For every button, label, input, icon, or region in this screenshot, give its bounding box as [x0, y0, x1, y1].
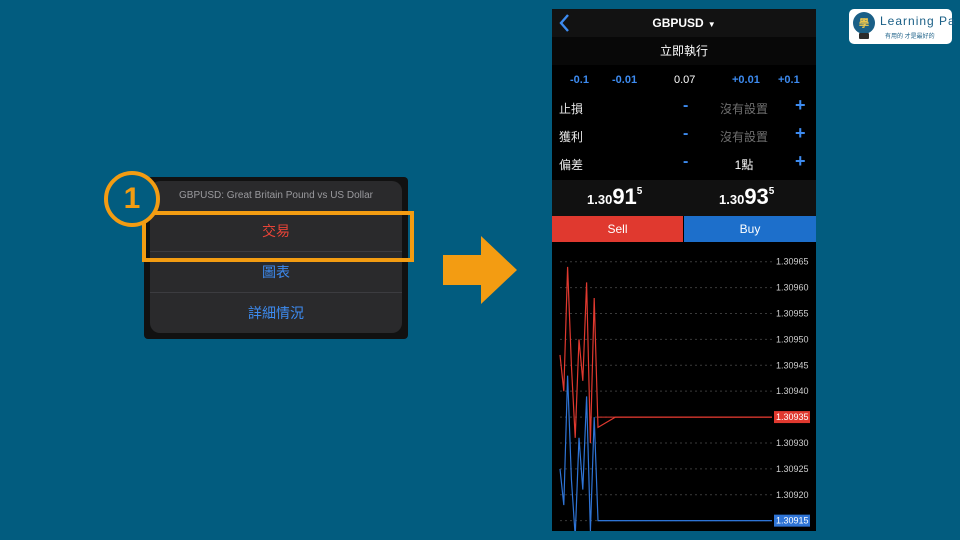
ask-price-label: 1.30935	[776, 412, 809, 422]
buy-button[interactable]: Buy	[684, 216, 816, 242]
stop-loss-value[interactable]: 沒有設置	[704, 100, 784, 117]
buy-price: 1.30935	[719, 184, 774, 210]
price-row: 1.30915 1.30935	[552, 180, 816, 216]
logo-subtitle: 有用的 才是最好的	[885, 34, 935, 40]
trade-highlight-box	[142, 211, 414, 262]
take-profit-value[interactable]: 沒有設置	[704, 128, 784, 145]
take-profit-minus-button[interactable]: -	[683, 125, 688, 143]
y-tick-label: 1.30960	[776, 283, 809, 293]
step-number-badge: 1	[104, 171, 160, 227]
sell-price-prefix: 1.30	[587, 192, 613, 207]
deviation-row: 偏差 - 1點 +	[552, 149, 816, 177]
tick-chart: 1.30965 1.30960 1.30955 1.30950 1.30945 1.309…	[559, 257, 810, 531]
y-tick-label: 1.30955	[776, 309, 809, 319]
symbol-title: GBPUSD	[652, 16, 704, 30]
volume-row: -0.1 -0.01 0.07 +0.01 +0.1	[552, 65, 816, 93]
buy-price-prefix: 1.30	[719, 192, 745, 207]
menu-item-details[interactable]: 詳細情況	[150, 292, 402, 333]
volume-plus-small-button[interactable]: +0.01	[732, 74, 760, 86]
order-buttons: Sell Buy	[552, 216, 816, 242]
stop-loss-minus-button[interactable]: -	[683, 97, 688, 115]
buy-price-pips: 93	[744, 184, 769, 209]
learning-pa-logo: 學 Learning Pa 有用的 才是最好的	[849, 9, 955, 44]
svg-text:學: 學	[859, 17, 869, 30]
volume-plus-large-button[interactable]: +0.1	[778, 74, 800, 86]
sell-price: 1.30915	[587, 184, 642, 210]
stop-loss-label: 止損	[559, 102, 584, 116]
volume-value[interactable]: 0.07	[674, 74, 695, 86]
dropdown-caret-icon: ▼	[707, 20, 716, 29]
deviation-label: 偏差	[559, 158, 584, 172]
sell-price-pips: 91	[612, 184, 637, 209]
trade-screen: GBPUSD ▼ 立即執行 -0.1 -0.01 0.07 +0.01 +0.1 …	[552, 9, 816, 531]
take-profit-label: 獲利	[559, 130, 584, 144]
y-tick-label: 1.30930	[776, 438, 809, 448]
nav-bar: GBPUSD ▼	[552, 9, 816, 37]
volume-minus-small-button[interactable]: -0.01	[612, 74, 637, 86]
execution-mode[interactable]: 立即執行	[552, 37, 816, 65]
take-profit-plus-button[interactable]: +	[795, 123, 806, 144]
y-tick-label: 1.30920	[776, 490, 809, 500]
deviation-value[interactable]: 1點	[704, 156, 784, 173]
stop-loss-row: 止損 - 沒有設置 +	[552, 93, 816, 121]
y-tick-label: 1.30940	[776, 386, 809, 396]
y-tick-label: 1.30945	[776, 360, 809, 370]
sell-button[interactable]: Sell	[552, 216, 683, 242]
take-profit-row: 獲利 - 沒有設置 +	[552, 121, 816, 149]
y-tick-label: 1.30925	[776, 464, 809, 474]
stop-loss-plus-button[interactable]: +	[795, 95, 806, 116]
deviation-plus-button[interactable]: +	[795, 151, 806, 172]
sell-price-fraction: 5	[636, 186, 643, 197]
buy-price-fraction: 5	[768, 186, 775, 197]
lightbulb-icon: 學	[853, 12, 875, 39]
deviation-minus-button[interactable]: -	[683, 153, 688, 171]
y-tick-label: 1.30965	[776, 257, 809, 267]
volume-minus-large-button[interactable]: -0.1	[570, 74, 589, 86]
bid-price-label: 1.30915	[776, 516, 809, 526]
symbol-selector[interactable]: GBPUSD ▼	[552, 16, 816, 30]
y-tick-label: 1.30950	[776, 334, 809, 344]
arrow-right-icon	[443, 236, 517, 304]
menu-header: GBPUSD: Great Britain Pound vs US Dollar	[179, 190, 373, 201]
logo-text: Learning Pa	[880, 14, 956, 28]
